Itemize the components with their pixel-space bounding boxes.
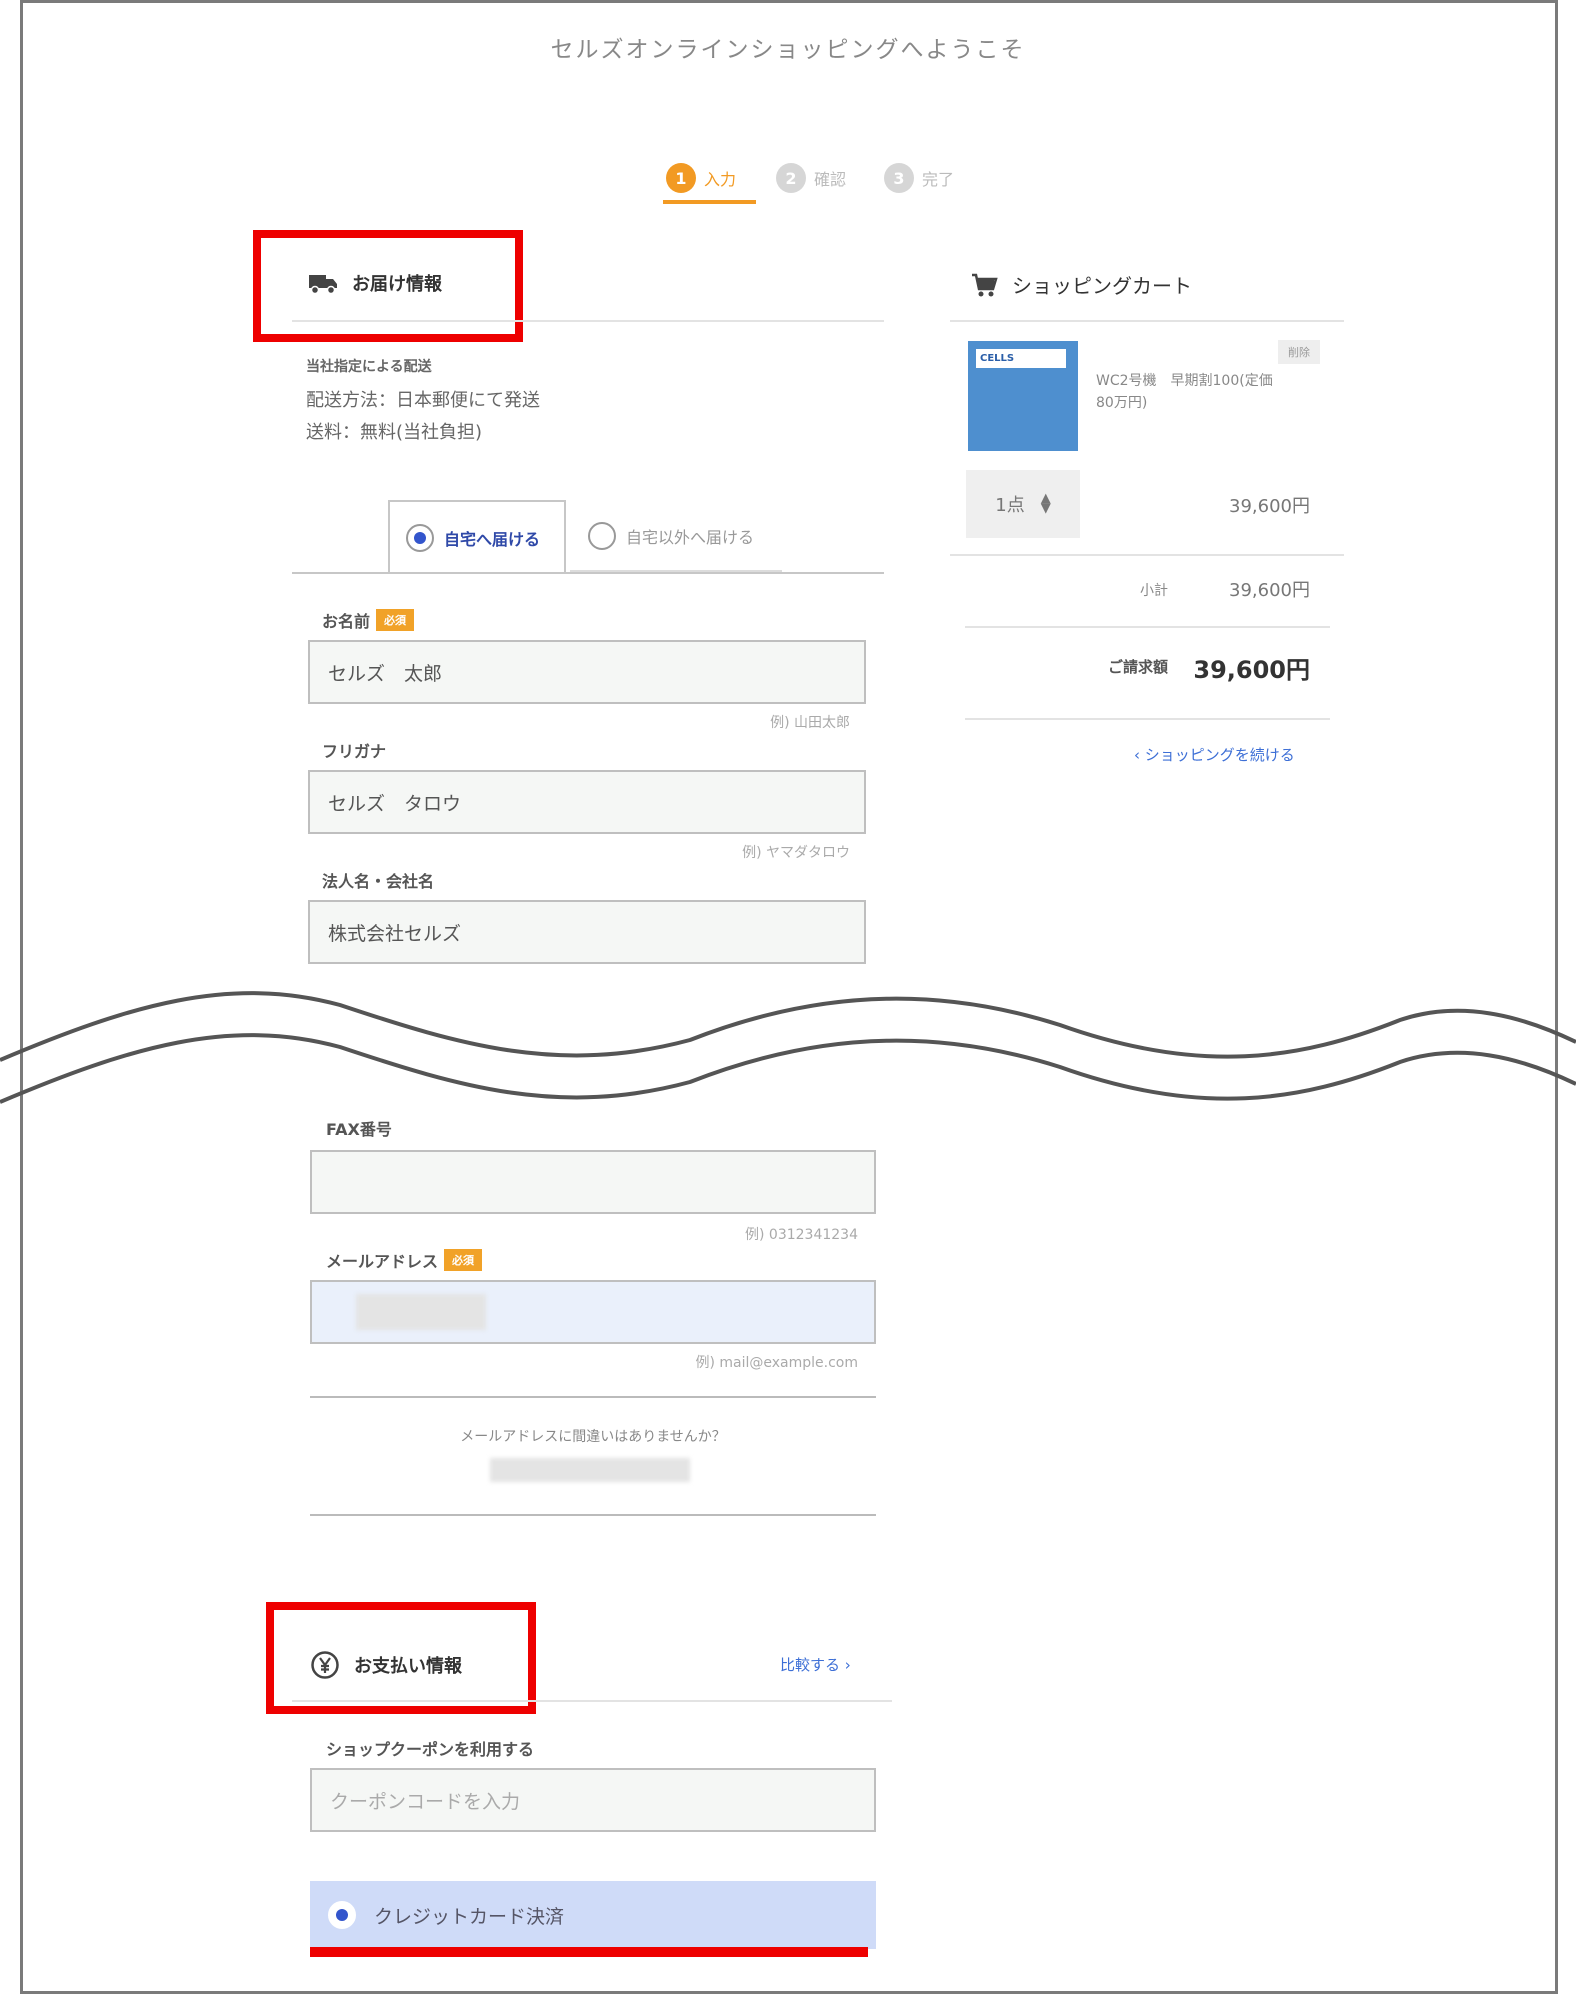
shipping-fee: 送料：無料(当社負担) <box>306 422 483 443</box>
active-step-underline <box>663 200 756 204</box>
total-label: ご請求額 <box>1108 658 1169 676</box>
shopping-cart-icon <box>972 273 998 296</box>
product-thumbnail: CELLS <box>968 341 1078 451</box>
company-input[interactable]: 株式会社セルズ <box>308 900 866 964</box>
kana-input[interactable]: セルズ タロウ <box>308 770 866 834</box>
stepper-arrows-icon: ▲ ▼ <box>1040 491 1051 516</box>
total-value: 39,600円 <box>1193 656 1310 684</box>
chevron-left-icon: ‹ <box>1134 746 1140 764</box>
step-confirm: 2 確認 <box>776 158 846 198</box>
delete-item-button[interactable]: 削除 <box>1278 340 1320 364</box>
delivery-heading: お届け情報 <box>308 270 442 296</box>
step-number: 2 <box>776 163 806 193</box>
subtotal-value: 39,600円 <box>1229 580 1310 601</box>
fax-label: FAX番号 <box>326 1120 392 1139</box>
divider <box>950 320 1344 322</box>
redacted-email-confirm <box>490 1458 690 1482</box>
name-hint: 例) 山田太郎 <box>770 715 850 731</box>
email-label: メールアドレス 必須 <box>326 1248 483 1272</box>
step-input: 1 入力 <box>666 158 736 198</box>
step-number: 3 <box>884 163 914 193</box>
radio-selected[interactable] <box>406 524 434 552</box>
kana-label: フリガナ <box>322 742 387 761</box>
payment-title: お支払い情報 <box>354 1656 462 1677</box>
required-badge: 必須 <box>376 609 415 631</box>
yen-circle-icon <box>311 1651 339 1679</box>
divider <box>965 718 1330 720</box>
email-confirm-text: メールアドレスに間違いはありませんか？ <box>460 1429 726 1445</box>
step-label: 入力 <box>704 170 737 189</box>
credit-card-option[interactable]: クレジットカード決済 <box>310 1881 876 1949</box>
truck-icon <box>309 275 337 295</box>
highlight-underline <box>310 1947 868 1957</box>
cart-title: ショッピングカート <box>1012 274 1192 298</box>
divider <box>950 554 1344 556</box>
step-number: 1 <box>666 163 696 193</box>
radio-selected[interactable] <box>328 1901 356 1929</box>
shipping-method-heading: 当社指定による配送 <box>306 359 432 375</box>
email-hint: 例) mail@example.com <box>695 1355 858 1371</box>
step-complete: 3 完了 <box>884 158 954 198</box>
name-input[interactable]: セルズ 太郎 <box>308 640 866 704</box>
quantity-value: 1点 <box>995 495 1025 516</box>
shipping-method: 配送方法：日本郵便にて発送 <box>306 390 540 411</box>
divider <box>310 1396 876 1398</box>
company-label: 法人名・会社名 <box>322 872 435 891</box>
cart-item-price: 39,600円 <box>1229 496 1310 517</box>
divider <box>292 320 884 322</box>
subtotal-label: 小計 <box>1140 583 1168 599</box>
fax-hint: 例) 0312341234 <box>745 1227 858 1243</box>
name-label: お名前 必須 <box>322 608 415 632</box>
compare-link[interactable]: 比較する › <box>780 1654 851 1675</box>
divider <box>292 1700 892 1702</box>
chevron-right-icon: › <box>844 1656 851 1674</box>
cart-item-name: WC2号機 早期割100(定価80万円) <box>1096 373 1273 411</box>
welcome-title: セルズオンラインショッピングへようこそ <box>550 37 1026 63</box>
divider <box>310 1514 876 1516</box>
cart-heading: ショッピングカート <box>970 270 1192 299</box>
fax-input[interactable] <box>310 1150 876 1214</box>
tab-other-delivery[interactable]: 自宅以外へ届ける <box>568 500 808 572</box>
credit-card-label: クレジットカード決済 <box>374 1905 565 1928</box>
tab-label: 自宅へ届ける <box>444 530 541 549</box>
delivery-title: お届け情報 <box>352 274 442 295</box>
page-break-wave <box>0 991 1576 1104</box>
email-input[interactable] <box>310 1280 876 1344</box>
payment-heading: お支払い情報 <box>310 1650 462 1680</box>
coupon-label: ショップクーポンを利用する <box>326 1740 535 1759</box>
quantity-stepper[interactable]: 1点 ▲ ▼ <box>966 470 1080 538</box>
tabs-baseline <box>292 572 884 574</box>
tab-label: 自宅以外へ届ける <box>626 528 755 547</box>
coupon-input[interactable]: クーポンコードを入力 <box>310 1768 876 1832</box>
required-badge: 必須 <box>444 1249 483 1271</box>
continue-shopping-link[interactable]: ‹ ショッピングを続ける <box>1134 744 1295 765</box>
redacted-email <box>356 1294 486 1330</box>
step-label: 確認 <box>814 170 847 189</box>
step-label: 完了 <box>922 170 955 189</box>
kana-hint: 例) ヤマダタロウ <box>742 845 850 861</box>
radio-unselected[interactable] <box>588 522 616 550</box>
tab-home-delivery[interactable]: 自宅へ届ける <box>388 500 566 574</box>
divider <box>965 626 1330 628</box>
product-logo: CELLS <box>976 349 1066 368</box>
